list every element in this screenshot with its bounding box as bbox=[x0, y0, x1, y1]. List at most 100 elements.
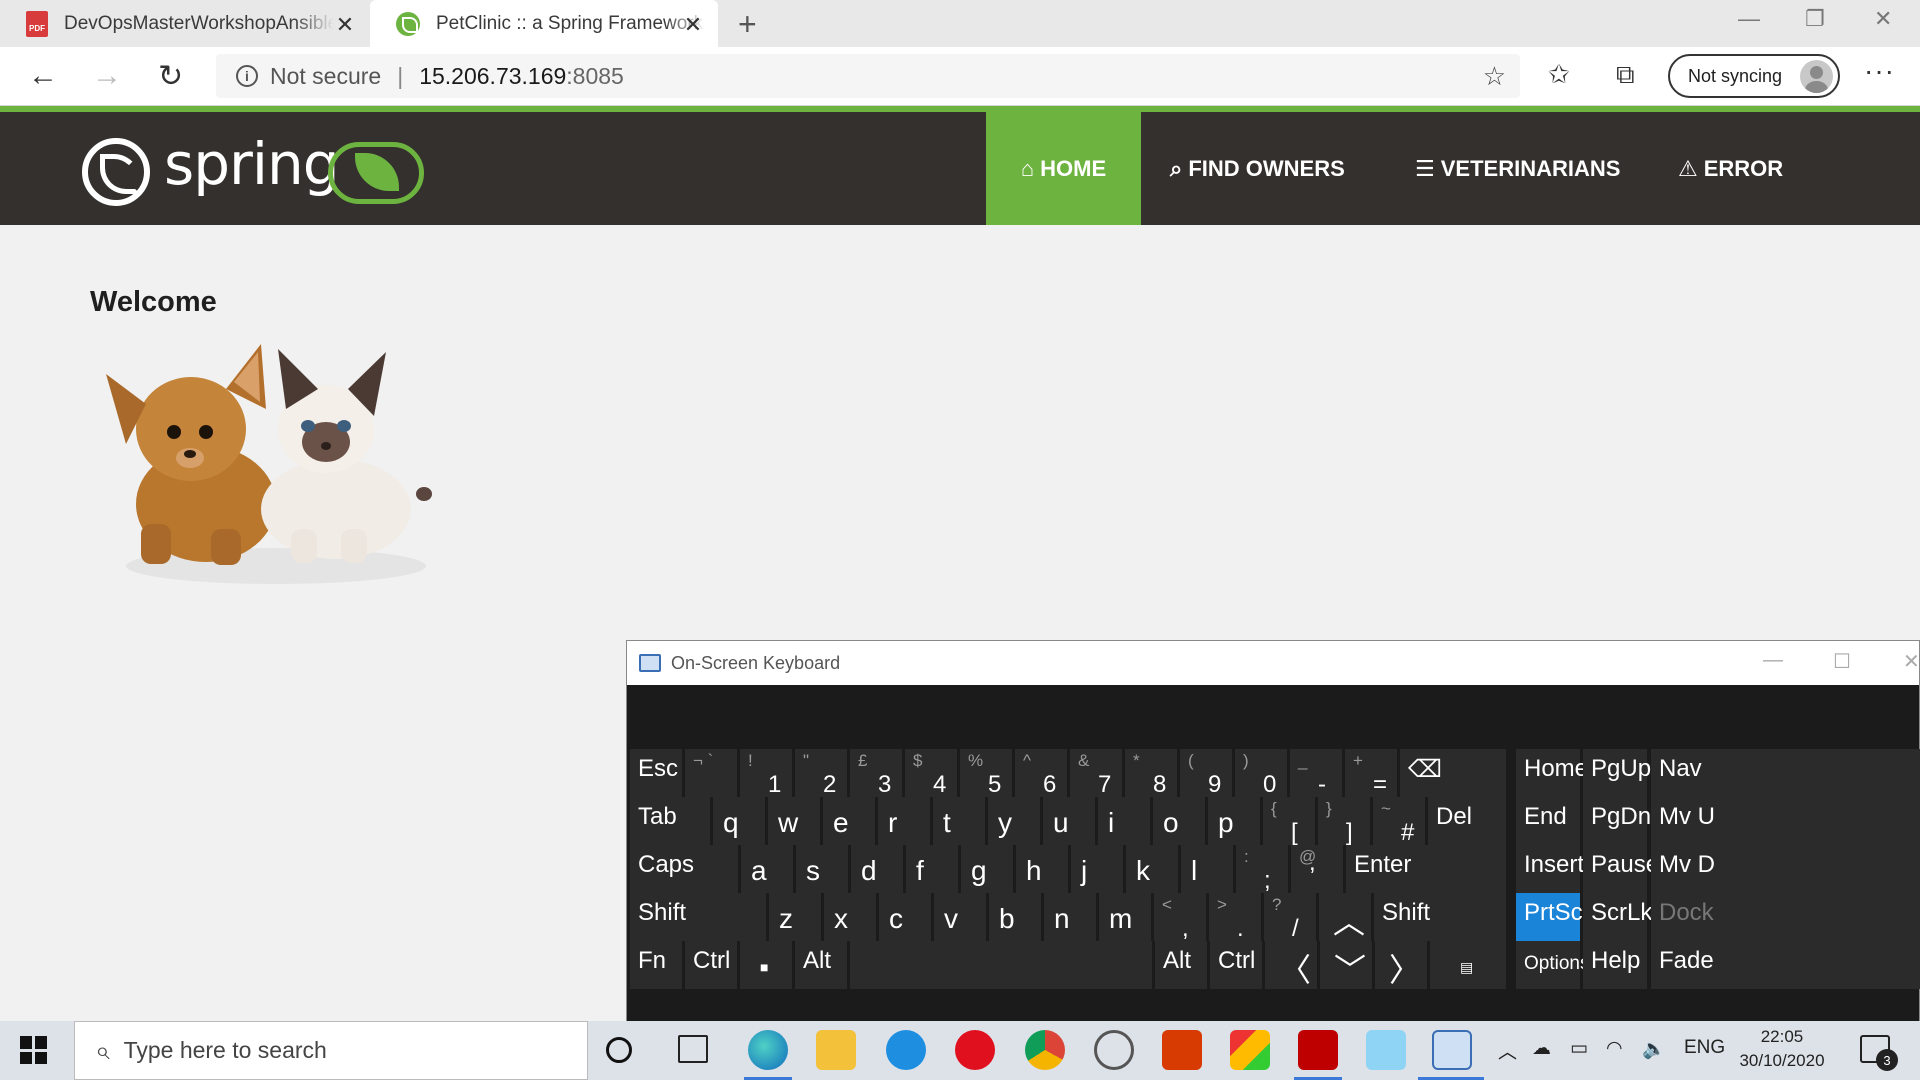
key-bracket-right[interactable]: }] bbox=[1318, 797, 1370, 846]
key-alt-right[interactable]: Alt bbox=[1155, 941, 1207, 989]
key-prtscn[interactable]: PrtScn bbox=[1516, 893, 1596, 941]
chrome-icon[interactable] bbox=[1025, 1030, 1065, 1070]
key-j[interactable]: j bbox=[1071, 845, 1123, 893]
key-a[interactable]: a bbox=[741, 845, 793, 893]
key-period[interactable]: >. bbox=[1209, 893, 1261, 942]
key-r[interactable]: r bbox=[878, 797, 930, 845]
close-icon[interactable]: ✕ bbox=[1903, 649, 1920, 674]
notification-center-icon[interactable]: 3 bbox=[1860, 1035, 1898, 1071]
task-view-icon[interactable] bbox=[678, 1035, 708, 1063]
key-b[interactable]: b bbox=[989, 893, 1041, 941]
onedrive-icon[interactable]: ☁ bbox=[1532, 1037, 1551, 1060]
forward-icon[interactable]: → bbox=[92, 59, 122, 93]
key-shift-left[interactable]: Shift bbox=[630, 893, 766, 941]
key-ctrl-left[interactable]: Ctrl bbox=[685, 941, 737, 989]
close-tab-icon[interactable]: ✕ bbox=[334, 12, 356, 38]
key-dock[interactable]: Dock bbox=[1651, 893, 1920, 941]
key-scrlk[interactable]: ScrLk bbox=[1583, 893, 1652, 941]
key-home[interactable]: Home bbox=[1516, 749, 1588, 797]
key-alt-left[interactable]: Alt bbox=[795, 941, 847, 989]
close-tab-icon[interactable]: ✕ bbox=[682, 12, 704, 38]
key-2[interactable]: " 2 bbox=[795, 749, 847, 798]
key-enter[interactable]: Enter bbox=[1346, 845, 1506, 893]
key-fn[interactable]: Fn bbox=[630, 941, 682, 989]
restore-icon[interactable]: ❐ bbox=[1805, 6, 1825, 32]
atom-icon[interactable] bbox=[1094, 1030, 1134, 1070]
key-arrow-left[interactable]: 〈 bbox=[1265, 941, 1317, 989]
key-fade[interactable]: Fade bbox=[1651, 941, 1920, 989]
key-ctrl-right[interactable]: Ctrl bbox=[1210, 941, 1262, 989]
key-backspace[interactable]: ⌫ bbox=[1400, 749, 1506, 797]
key-m[interactable]: m bbox=[1099, 893, 1151, 941]
wifi-icon[interactable]: ◠ bbox=[1606, 1037, 1623, 1060]
teamviewer-icon[interactable] bbox=[886, 1030, 926, 1070]
close-window-icon[interactable]: ✕ bbox=[1874, 6, 1892, 32]
back-icon[interactable]: ← bbox=[28, 59, 58, 93]
on-screen-keyboard-icon[interactable] bbox=[1432, 1030, 1472, 1070]
key-nav[interactable]: Nav bbox=[1651, 749, 1920, 797]
nav-error[interactable]: ⚠ ERROR bbox=[1678, 112, 1783, 225]
key-k[interactable]: k bbox=[1126, 845, 1178, 893]
git-icon[interactable] bbox=[1230, 1030, 1270, 1070]
key-d[interactable]: d bbox=[851, 845, 903, 893]
key-u[interactable]: u bbox=[1043, 797, 1095, 845]
info-icon[interactable]: i bbox=[236, 65, 258, 87]
profile-sync-button[interactable]: Not syncing bbox=[1668, 54, 1840, 98]
key-s[interactable]: s bbox=[796, 845, 848, 893]
key-l[interactable]: l bbox=[1181, 845, 1233, 893]
key-tab[interactable]: Tab bbox=[630, 797, 710, 845]
key-6[interactable]: ^ 6 bbox=[1015, 749, 1067, 798]
address-bar[interactable]: i Not secure | 15.206.73.169 :8085 ☆ bbox=[216, 54, 1520, 98]
key-pause[interactable]: Pause bbox=[1583, 845, 1659, 893]
collections-icon[interactable]: ⧉ bbox=[1616, 59, 1635, 91]
key-f[interactable]: f bbox=[906, 845, 958, 893]
edge-icon[interactable] bbox=[748, 1030, 788, 1070]
key-move-up[interactable]: Mv U bbox=[1651, 797, 1920, 845]
more-menu-icon[interactable]: ··· bbox=[1864, 55, 1895, 87]
opera-icon[interactable] bbox=[955, 1030, 995, 1070]
key-menu[interactable]: ▤ bbox=[1430, 941, 1506, 989]
key-g[interactable]: g bbox=[961, 845, 1013, 893]
maximize-icon[interactable]: ☐ bbox=[1833, 649, 1851, 674]
key-1[interactable]: ! 1 bbox=[740, 749, 792, 798]
key-o[interactable]: o bbox=[1153, 797, 1205, 845]
on-screen-keyboard[interactable]: On-Screen Keyboard — ☐ ✕ Esc ¬ ` ! 1 " 2 £… bbox=[626, 640, 1920, 1028]
key-5[interactable]: % 5 bbox=[960, 749, 1012, 798]
key-0[interactable]: ) 0 bbox=[1235, 749, 1287, 798]
file-explorer-icon[interactable] bbox=[816, 1030, 856, 1070]
key-z[interactable]: z bbox=[769, 893, 821, 941]
key-arrow-down[interactable]: ﹀ bbox=[1320, 941, 1372, 989]
key-backtick[interactable]: ¬ ` bbox=[685, 749, 737, 797]
minimize-icon[interactable]: — bbox=[1763, 649, 1783, 672]
tab-petclinic[interactable]: PetClinic :: a Spring Framework d ✕ bbox=[370, 0, 718, 47]
key-equals[interactable]: + = bbox=[1345, 749, 1397, 798]
key-slash[interactable]: ? / bbox=[1264, 893, 1316, 942]
key-comma[interactable]: <, bbox=[1154, 893, 1206, 942]
nav-find-owners[interactable]: ⌕ FIND OWNERS bbox=[1170, 112, 1345, 225]
spring-logo[interactable]: spring bbox=[82, 130, 427, 210]
filezilla-icon[interactable] bbox=[1298, 1030, 1338, 1070]
key-c[interactable]: c bbox=[879, 893, 931, 941]
tray-overflow-icon[interactable]: ︿ bbox=[1498, 1037, 1517, 1064]
start-windows-icon[interactable] bbox=[20, 1036, 48, 1064]
notepad-icon[interactable] bbox=[1366, 1030, 1406, 1070]
key-9[interactable]: (9 bbox=[1180, 749, 1232, 798]
key-w[interactable]: w bbox=[768, 797, 820, 845]
clock[interactable]: 22:05 30/10/2020 bbox=[1732, 1025, 1832, 1073]
key-x[interactable]: x bbox=[824, 893, 876, 941]
key-shift-right[interactable]: Shift bbox=[1374, 893, 1506, 941]
key-e[interactable]: e bbox=[823, 797, 875, 845]
key-space[interactable] bbox=[850, 941, 1152, 989]
key-pgdn[interactable]: PgDn bbox=[1583, 797, 1651, 845]
key-apostrophe[interactable]: @, bbox=[1291, 845, 1343, 893]
key-7[interactable]: & 7 bbox=[1070, 749, 1122, 798]
key-pgup[interactable]: PgUp bbox=[1583, 749, 1651, 797]
key-end[interactable]: End bbox=[1516, 797, 1580, 845]
cortana-icon[interactable] bbox=[606, 1037, 632, 1063]
key-del[interactable]: Del bbox=[1428, 797, 1506, 845]
key-arrow-right[interactable]: 〉 bbox=[1375, 941, 1427, 989]
language-indicator[interactable]: ENG bbox=[1684, 1037, 1725, 1059]
key-windows[interactable]: ■ bbox=[740, 941, 792, 989]
volume-icon[interactable]: 🔈 bbox=[1642, 1037, 1666, 1061]
key-esc[interactable]: Esc bbox=[630, 749, 682, 797]
